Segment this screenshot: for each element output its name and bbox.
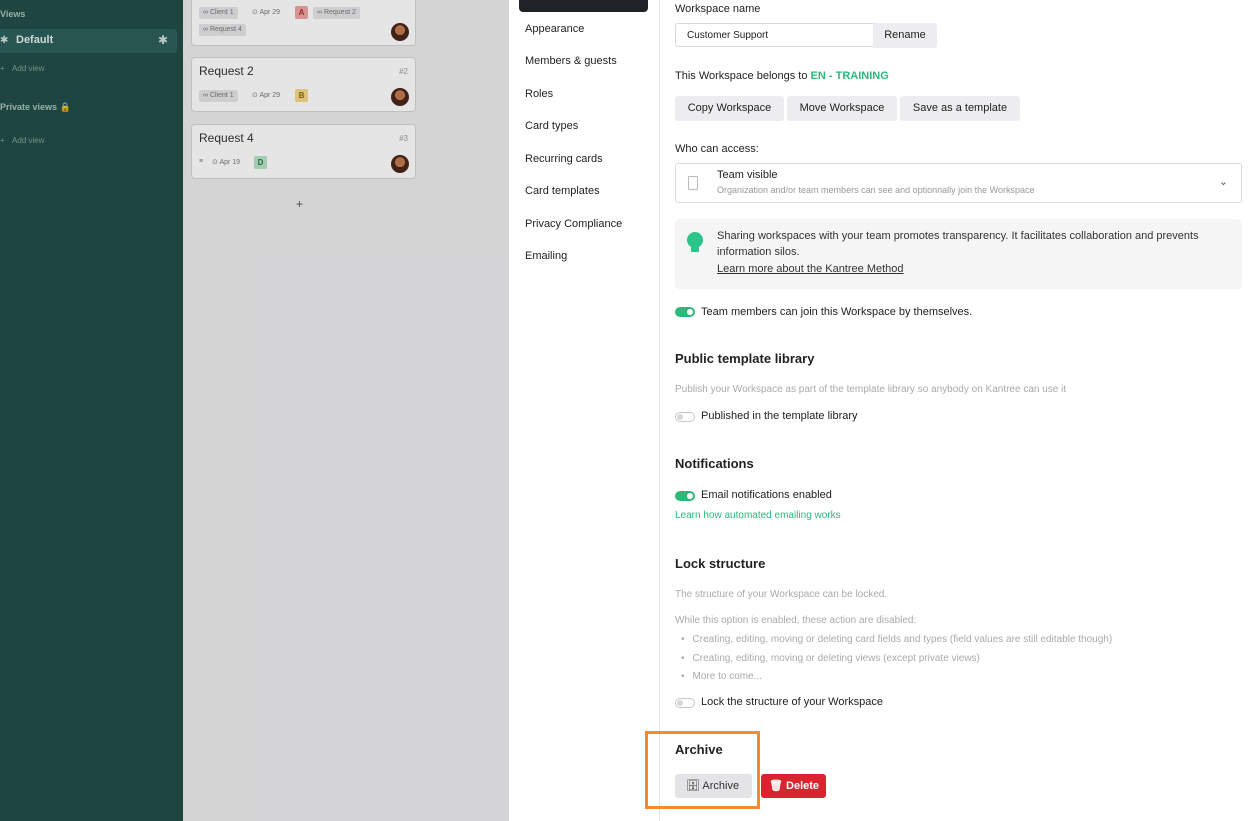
access-select[interactable]: Team visible Organization and/or team me…: [675, 163, 1242, 203]
delete-button[interactable]: 🗑 Delete: [761, 774, 826, 798]
list-item: Creating, editing, moving or deleting vi…: [681, 650, 1112, 669]
menu-item-card-templates[interactable]: Card templates: [525, 185, 600, 197]
overlay-backdrop[interactable]: [0, 0, 509, 821]
menu-item-appearance[interactable]: Appearance: [525, 23, 584, 35]
belongs-text: This Workspace belongs to EN - TRAINING: [675, 70, 889, 82]
public-template-heading: Public template library: [675, 351, 815, 366]
email-toggle-label: Email notifications enabled: [701, 489, 832, 501]
highlight-box: [645, 731, 760, 809]
kantree-method-link[interactable]: Learn more about the Kantree Method: [717, 263, 904, 275]
delete-button-label: Delete: [786, 780, 820, 792]
notifications-heading: Notifications: [675, 456, 754, 471]
workspace-name-label: Workspace name: [675, 3, 761, 15]
list-item: Creating, editing, moving or deleting ca…: [681, 631, 1113, 650]
menu-item-privacy-compliance[interactable]: Privacy Compliance: [525, 218, 622, 230]
emailing-link[interactable]: Learn how automated emailing works: [675, 510, 841, 521]
workspace-name-input[interactable]: [675, 23, 874, 47]
access-value: Team visible: [717, 169, 778, 181]
lightbulb-icon: [687, 232, 703, 252]
public-template-description: Publish your Workspace as part of the te…: [675, 384, 1067, 395]
copy-workspace-button[interactable]: Copy Workspace: [675, 96, 784, 121]
lock-bullets: Creating, editing, moving or deleting ca…: [681, 631, 1113, 687]
menu-item-roles[interactable]: Roles: [525, 88, 553, 100]
tip-box: Sharing workspaces with your team promot…: [675, 219, 1242, 289]
rename-button[interactable]: Rename: [873, 23, 937, 48]
menu-item-card-types[interactable]: Card types: [525, 120, 578, 132]
belongs-prefix: This Workspace belongs to: [675, 70, 808, 82]
access-label: Who can access:: [675, 143, 759, 155]
save-template-button[interactable]: Save as a template: [900, 96, 1020, 121]
published-toggle[interactable]: [675, 412, 695, 422]
trash-icon: 🗑: [769, 780, 783, 792]
join-toggle-label: Team members can join this Workspace by …: [701, 306, 973, 318]
chevron-down-icon: ⌄: [1218, 176, 1228, 188]
access-description: Organization and/or team members can see…: [717, 185, 1035, 195]
menu-item-recurring-cards[interactable]: Recurring cards: [525, 153, 603, 165]
lock-description: The structure of your Workspace can be l…: [675, 589, 888, 600]
divider: [659, 0, 660, 821]
lock-intro: While this option is enabled, these acti…: [675, 615, 917, 626]
lock-toggle-label: Lock the structure of your Workspace: [701, 696, 883, 708]
list-item: More to come...: [681, 668, 1112, 687]
menu-item-emailing[interactable]: Emailing: [525, 250, 567, 262]
menu-item-members-guests[interactable]: Members & guests: [525, 55, 617, 67]
move-workspace-button[interactable]: Move Workspace: [787, 96, 897, 121]
organization-link[interactable]: EN - TRAINING: [811, 70, 889, 82]
lock-structure-heading: Lock structure: [675, 556, 766, 571]
join-toggle[interactable]: [675, 307, 695, 317]
menu-item-general[interactable]: ›: [519, 0, 648, 12]
tip-text: Sharing workspaces with your team promot…: [717, 230, 1199, 258]
chevron-right-icon: ›: [636, 0, 639, 2]
published-toggle-label: Published in the template library: [701, 410, 858, 422]
lock-toggle[interactable]: [675, 698, 695, 708]
email-toggle[interactable]: [675, 491, 695, 501]
building-icon: [688, 176, 698, 190]
settings-panel: › Appearance Members & guests Roles Card…: [509, 0, 1256, 821]
